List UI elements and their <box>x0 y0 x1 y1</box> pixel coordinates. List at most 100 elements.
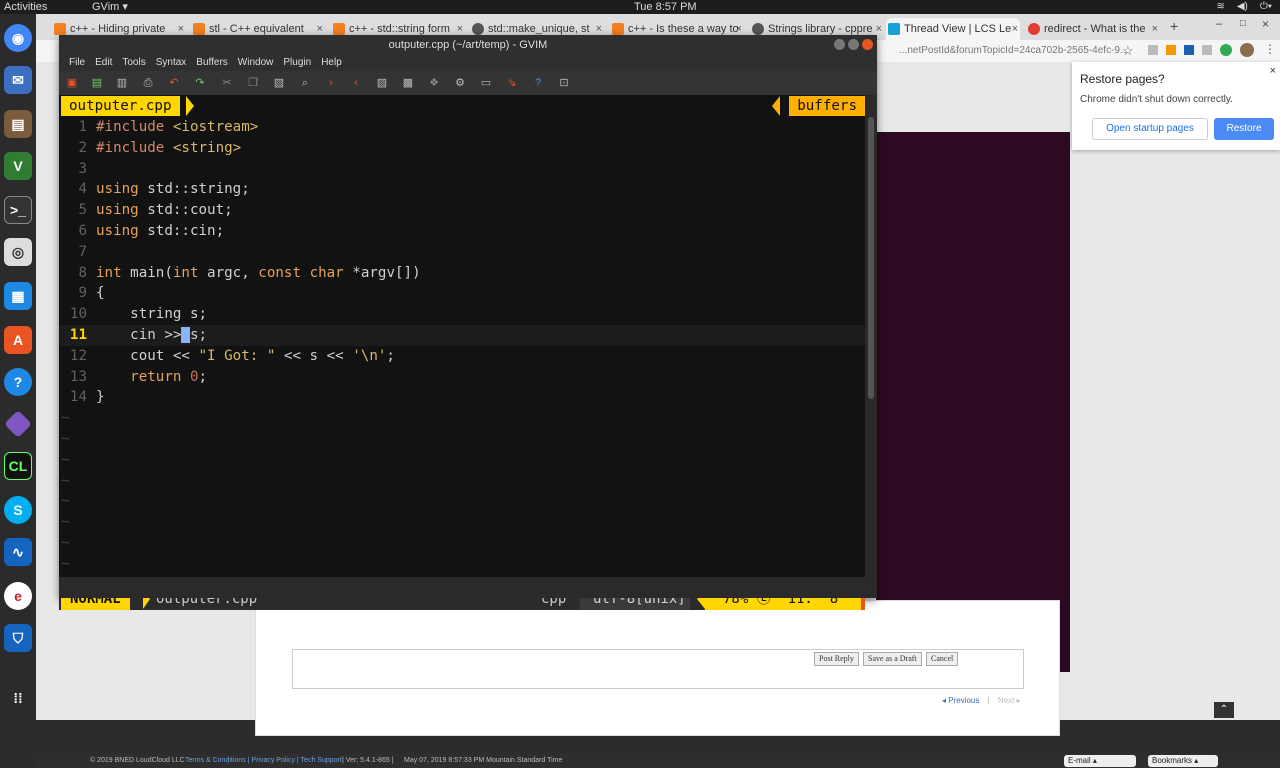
menu-plugin[interactable]: Plugin <box>278 55 316 71</box>
text-cursor <box>181 327 190 343</box>
save-all-icon[interactable]: ▥ <box>116 77 128 89</box>
cut-icon[interactable]: ✂ <box>221 77 233 89</box>
extension-icon[interactable] <box>1148 45 1158 55</box>
menu-edit[interactable]: Edit <box>90 55 117 71</box>
menu-buffers[interactable]: Buffers <box>191 55 233 71</box>
find-next-icon[interactable]: › <box>325 77 337 89</box>
vim-icon[interactable]: V <box>4 152 32 180</box>
previous-link[interactable]: ◂ Previous <box>942 696 979 705</box>
save-session-icon[interactable]: ▩ <box>402 77 414 89</box>
bitwarden-icon[interactable]: ⛉ <box>4 624 32 652</box>
code-line: 3 <box>78 160 87 177</box>
dock: ◉ ✉ ▤ V >_ ◎ ▦ A ? CL S ∿ e ⛉ ⁞⁞ <box>0 14 36 720</box>
vertical-scrollbar[interactable] <box>865 95 877 577</box>
clion-icon[interactable]: CL <box>4 452 32 480</box>
scroll-to-top-icon[interactable]: ⌃ <box>1214 702 1234 718</box>
chrome-tab-active[interactable]: Thread View | LCS Le × <box>886 18 1020 40</box>
close-icon[interactable] <box>862 39 873 50</box>
current-buffer-tab[interactable]: outputer.cpp <box>61 96 180 116</box>
app-menu[interactable]: GVim ▾ <box>92 0 128 14</box>
maximize-icon[interactable] <box>848 39 859 50</box>
maximize-icon[interactable]: □ <box>1240 18 1246 29</box>
content-card: Post Reply Save as a Draft Cancel <box>255 600 1060 736</box>
thunderbird-icon[interactable]: ✉ <box>4 66 32 94</box>
menu-window[interactable]: Window <box>233 55 279 71</box>
extension-icon[interactable] <box>1202 45 1212 55</box>
profile-avatar[interactable] <box>1240 43 1254 57</box>
rss-extension-icon[interactable] <box>1166 45 1176 55</box>
pager-separator: | <box>987 696 990 705</box>
software-icon[interactable]: A <box>4 326 32 354</box>
close-icon[interactable]: × <box>1270 65 1276 77</box>
find-prev-icon[interactable]: ‹ <box>350 77 362 89</box>
new-tab-icon[interactable]: + <box>1170 18 1178 34</box>
close-tab-icon[interactable]: × <box>1152 18 1158 40</box>
writer-icon[interactable]: ▦ <box>4 282 32 310</box>
rhythmbox-icon[interactable]: ◎ <box>4 238 32 266</box>
chrome-tab[interactable]: redirect - What is the × <box>1026 18 1160 40</box>
footer-links[interactable]: Terms & Conditions | Privacy Policy | Te… <box>185 754 342 768</box>
open-icon[interactable]: ▣ <box>66 77 78 89</box>
shell-icon[interactable]: ▭ <box>480 77 492 89</box>
bookmark-star-icon[interactable]: ☆ <box>1122 43 1134 59</box>
extension-icon[interactable] <box>1184 45 1194 55</box>
ctags-icon[interactable]: ⇘ <box>506 77 518 89</box>
menu-syntax[interactable]: Syntax <box>151 55 192 71</box>
restore-button[interactable]: Restore <box>1214 118 1274 140</box>
power-icon: ⏻▾ <box>1259 1 1272 12</box>
next-link[interactable]: Next ▸ <box>998 696 1021 705</box>
minimize-icon[interactable]: – <box>1216 18 1222 30</box>
close-tab-icon[interactable]: × <box>1012 18 1018 40</box>
find-replace-icon[interactable]: ⌕ <box>299 77 311 89</box>
open-startup-pages-button[interactable]: Open startup pages <box>1092 118 1208 140</box>
find-help-icon[interactable]: ⊡ <box>558 77 570 89</box>
show-apps-icon[interactable]: ⁞⁞ <box>4 684 32 712</box>
code-line: 5 using std::cout; <box>78 202 233 219</box>
system-tray[interactable]: ≋ ◀) ⏻▾ <box>1216 1 1272 13</box>
minimize-icon[interactable] <box>834 39 845 50</box>
chrome-menu-icon[interactable]: ⋮ <box>1264 42 1276 56</box>
copy-icon[interactable]: ❐ <box>247 77 259 89</box>
code-line: 12 cout << "I Got: " << s << '\n'; <box>69 347 395 364</box>
menu-file[interactable]: File <box>64 55 90 71</box>
stackoverflow-favicon-icon <box>612 23 624 35</box>
load-session-icon[interactable]: ▨ <box>376 77 388 89</box>
system-monitor-icon[interactable]: ∿ <box>4 538 32 566</box>
run-script-icon[interactable]: ❖ <box>428 77 440 89</box>
email-button[interactable]: E-mail ▴ <box>1064 755 1136 767</box>
save-icon[interactable]: ▤ <box>91 77 103 89</box>
activities-button[interactable]: Activities <box>4 0 47 14</box>
menu-help[interactable]: Help <box>316 55 347 71</box>
command-line[interactable] <box>59 577 877 598</box>
menu-tools[interactable]: Tools <box>117 55 150 71</box>
undo-icon[interactable]: ↶ <box>168 77 180 89</box>
empty-line-marker: ~ <box>61 472 70 489</box>
cancel-button[interactable]: Cancel <box>926 652 959 666</box>
editor-area[interactable]: outputer.cpp buffers 1 #include <iostream… <box>59 95 865 610</box>
skype-icon[interactable]: S <box>4 496 32 524</box>
make-icon[interactable]: ⚙ <box>454 77 466 89</box>
empty-line-marker: ~ <box>61 493 70 510</box>
print-icon[interactable]: ⎙ <box>142 77 154 89</box>
paste-icon[interactable]: ▧ <box>273 77 285 89</box>
evince-icon[interactable]: e <box>4 582 32 610</box>
save-draft-button[interactable]: Save as a Draft <box>863 652 922 666</box>
help-icon[interactable]: ? <box>532 77 544 89</box>
loudcloud-favicon-icon <box>888 23 900 35</box>
app-diamond-icon[interactable] <box>4 410 32 438</box>
help-icon[interactable]: ? <box>4 368 32 396</box>
close-window-icon[interactable]: × <box>1262 17 1269 31</box>
chrome-icon[interactable]: ◉ <box>4 24 32 52</box>
bookmarks-button[interactable]: Bookmarks ▴ <box>1148 755 1218 767</box>
terminal-icon[interactable]: >_ <box>4 196 32 224</box>
code-line: 4 using std::string; <box>78 181 250 198</box>
redo-icon[interactable]: ↷ <box>194 77 206 89</box>
post-reply-button[interactable]: Post Reply <box>814 652 859 666</box>
pagination: ◂ Previous | Next ▸ <box>942 696 1021 705</box>
extension-icon[interactable] <box>1220 44 1232 56</box>
stackoverflow-favicon-icon <box>333 23 345 35</box>
clock[interactable]: Tue 8:57 PM <box>634 0 697 14</box>
gvim-titlebar[interactable]: outputer.cpp (~/art/temp) - GVIM <box>59 35 877 55</box>
scrollbar-thumb[interactable] <box>868 117 874 399</box>
files-icon[interactable]: ▤ <box>4 110 32 138</box>
